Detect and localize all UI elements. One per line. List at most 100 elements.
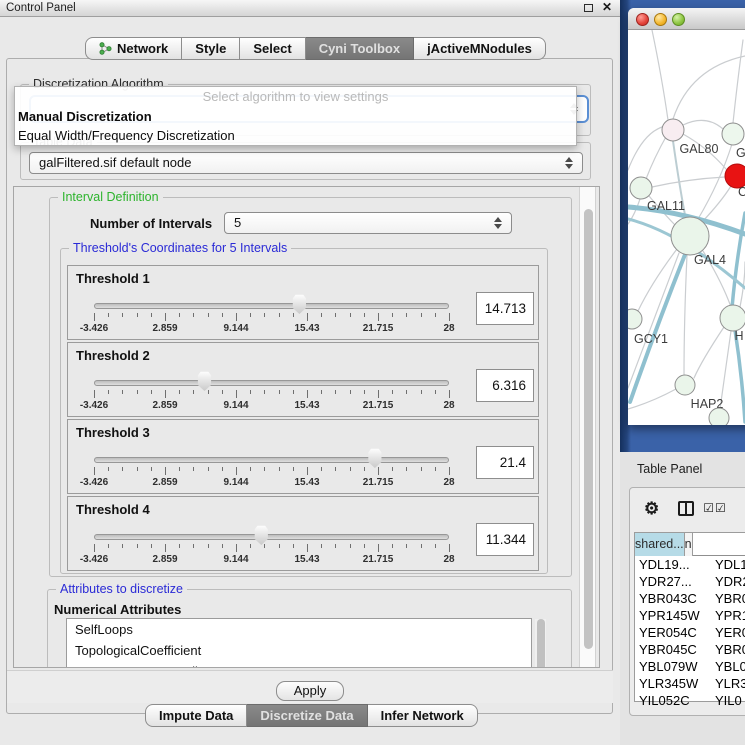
threshold-value-field[interactable]: 6.316 — [476, 369, 534, 402]
panel-scrollbar[interactable] — [579, 187, 596, 667]
minimize-traffic-icon[interactable] — [654, 13, 667, 26]
close-icon[interactable]: ✕ — [602, 0, 612, 14]
table-data-combobox[interactable]: galFiltered.sif default node — [29, 152, 583, 174]
cell-name: YIL0 — [711, 692, 742, 709]
table-row[interactable]: YER054C YER0 — [635, 624, 745, 641]
table-row[interactable]: YDR27... YDR2 — [635, 573, 745, 590]
network-node[interactable] — [675, 375, 695, 395]
slider-track[interactable] — [94, 303, 449, 309]
network-node[interactable] — [671, 217, 709, 255]
threshold-value-field[interactable]: 21.4 — [476, 446, 534, 479]
threshold-slider[interactable]: -3.426 2.859 9.144 15.43 21.715 28 — [94, 343, 449, 418]
table-header-cell[interactable]: n — [685, 533, 693, 556]
zoom-traffic-icon[interactable] — [672, 13, 685, 26]
scrollbar-thumb[interactable] — [584, 209, 593, 649]
top-tab[interactable]: Style — [182, 37, 240, 60]
close-traffic-icon[interactable] — [636, 13, 649, 26]
float-window-icon[interactable] — [584, 4, 593, 12]
gear-icon[interactable]: ⚙ — [644, 500, 659, 517]
cell-name: YBR0 — [711, 641, 745, 658]
apply-button[interactable]: Apply — [276, 681, 344, 701]
table-row[interactable]: YBL079W YBL0 — [635, 658, 745, 675]
bottom-tab[interactable]: Impute Data — [145, 704, 247, 727]
threshold-panel: Threshold 1 -3.426 2.859 9.144 15.43 21.… — [67, 265, 539, 340]
threshold-panel: Threshold 3 -3.426 2.859 9.144 15.43 21.… — [67, 419, 539, 494]
network-canvas[interactable]: GAL80GAL11GAL4GCY1HHAP2GAC — [628, 30, 745, 425]
table-row[interactable]: YLR345W YLR3 — [635, 675, 745, 692]
attribute-list-item[interactable]: BetweennessCentrality — [67, 661, 531, 668]
number-of-intervals-combobox[interactable]: 5 — [224, 212, 512, 234]
combo-arrows-icon[interactable] — [494, 217, 502, 229]
table-row[interactable]: YIL052C YIL0 — [635, 692, 745, 709]
network-edge — [628, 127, 662, 170]
slider-thumb[interactable] — [254, 525, 269, 545]
network-edge — [694, 327, 724, 378]
columns-icon[interactable] — [678, 501, 694, 516]
network-node[interactable] — [662, 119, 684, 141]
slider-thumb[interactable] — [292, 294, 307, 314]
table-header-cell[interactable]: shared... — [635, 533, 685, 556]
slider-track[interactable] — [94, 534, 449, 540]
network-node[interactable] — [709, 408, 729, 425]
table-row[interactable]: YDL19... YDL1 — [635, 556, 745, 573]
scale-label: 21.715 — [356, 400, 400, 411]
scale-label: 9.144 — [214, 323, 258, 334]
scrollbar-thumb[interactable] — [537, 619, 545, 668]
network-edge — [646, 135, 667, 179]
cell-name: YPR1 — [711, 607, 745, 624]
table-row[interactable]: YBR043C YBR0 — [635, 590, 745, 607]
top-tab[interactable]: Select — [240, 37, 305, 60]
slider-thumb[interactable] — [367, 448, 382, 468]
slider-ticks — [94, 313, 450, 322]
control-panel-titlebar: Control Panel ✕ — [0, 0, 620, 17]
apply-strip: Apply — [7, 670, 613, 703]
table-panel-title: Table Panel — [637, 462, 702, 476]
network-node[interactable] — [722, 123, 744, 145]
threshold-slider[interactable]: -3.426 2.859 9.144 15.43 21.715 28 — [94, 266, 449, 341]
network-node-label: GAL11 — [647, 199, 685, 213]
combo-arrows-icon[interactable] — [565, 157, 573, 169]
top-tab[interactable]: Cyni Toolbox — [306, 37, 414, 60]
number-of-intervals-label: Number of Intervals — [90, 216, 212, 231]
slider-scale: -3.426 2.859 9.144 15.43 21.715 28 — [94, 477, 449, 489]
network-edge — [652, 177, 725, 187]
slider-scale: -3.426 2.859 9.144 15.43 21.715 28 — [94, 400, 449, 412]
attribute-list-item[interactable]: TopologicalCoefficient — [67, 640, 531, 661]
bottom-tab[interactable]: Infer Network — [368, 704, 478, 727]
top-tab[interactable]: jActiveMNodules — [414, 37, 546, 60]
threshold-slider[interactable]: -3.426 2.859 9.144 15.43 21.715 28 — [94, 420, 449, 495]
scale-label: -3.426 — [72, 554, 116, 565]
tab-label: jActiveMNodules — [427, 38, 532, 59]
tab-label: Infer Network — [381, 705, 464, 726]
slider-track[interactable] — [94, 457, 449, 463]
threshold-value-field[interactable]: 14.713 — [476, 292, 534, 325]
top-tab[interactable]: Network — [85, 37, 182, 60]
algorithm-option[interactable]: Equal Width/Frequency Discretization — [15, 126, 576, 145]
list-scrollbar[interactable] — [535, 619, 546, 668]
algorithm-option[interactable]: Manual Discretization — [15, 107, 576, 126]
network-node[interactable] — [628, 309, 642, 329]
table-row[interactable]: YPR145W YPR1 — [635, 607, 745, 624]
slider-thumb[interactable] — [197, 371, 212, 391]
network-node-label: GAL4 — [694, 253, 726, 267]
table-row[interactable]: YBR045C YBR0 — [635, 641, 745, 658]
table-data-value: galFiltered.sif default node — [39, 155, 191, 170]
scale-label: 15.43 — [285, 323, 329, 334]
select-all-icon[interactable]: ☑ — [703, 502, 714, 514]
slider-ticks — [94, 467, 450, 476]
attribute-list-item[interactable]: SelfLoops — [67, 619, 531, 640]
deselect-all-icon[interactable]: ☑ — [715, 502, 726, 514]
threshold-slider[interactable]: -3.426 2.859 9.144 15.43 21.715 28 — [94, 497, 449, 572]
network-node[interactable] — [630, 177, 652, 199]
threshold-value-field[interactable]: 11.344 — [476, 523, 534, 556]
network-node[interactable] — [720, 305, 745, 331]
thresholds-group: Threshold's Coordinates for 5 Intervals … — [60, 248, 548, 574]
tab-label: Cyni Toolbox — [319, 38, 400, 59]
slider-track[interactable] — [94, 380, 449, 386]
bottom-tab[interactable]: Discretize Data — [247, 704, 367, 727]
cell-shared-name: YLR345W — [635, 675, 711, 692]
control-panel: Control Panel ✕ Network Style Select Cyn… — [0, 0, 620, 745]
interval-definition-group: Interval Definition Number of Intervals … — [49, 197, 572, 577]
scale-label: 28 — [427, 323, 471, 334]
algorithm-dropdown-popup: Select algorithm to view settings Manual… — [14, 86, 577, 146]
